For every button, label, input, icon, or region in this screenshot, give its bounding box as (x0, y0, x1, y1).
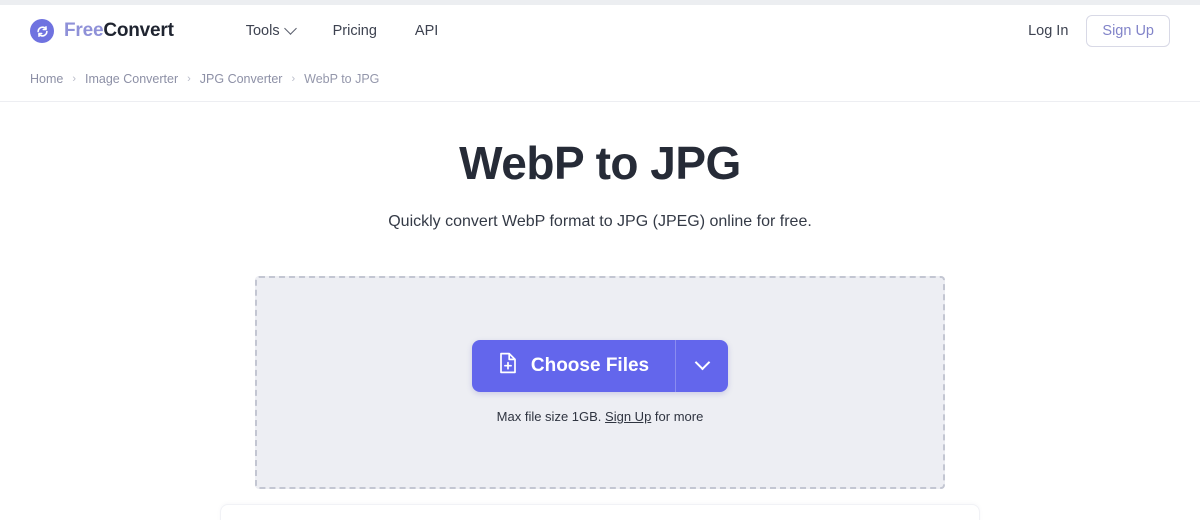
site-header: FreeConvert Tools Pricing API Log In Sig… (0, 5, 1200, 57)
refresh-circle-icon (30, 19, 54, 43)
page-subtitle: Quickly convert WebP format to JPG (JPEG… (388, 212, 812, 230)
file-plus-icon (498, 352, 518, 380)
nav-item-pricing-label: Pricing (332, 23, 377, 39)
breadcrumb-item-image-converter[interactable]: Image Converter (85, 72, 178, 86)
header-actions: Log In Sign Up (1028, 15, 1170, 47)
breadcrumb-item-jpg-converter[interactable]: JPG Converter (200, 72, 283, 86)
page-root: FreeConvert Tools Pricing API Log In Sig… (0, 0, 1200, 520)
chevron-down-icon (694, 354, 710, 370)
choose-files-group: Choose Files (471, 340, 729, 393)
nav-item-tools-label: Tools (245, 23, 280, 39)
file-dropzone[interactable]: Choose Files Max file size 1GB. Sign Up … (255, 275, 945, 489)
dropzone-wrap: Choose Files Max file size 1GB. Sign Up … (0, 275, 1200, 489)
signup-inline-link[interactable]: Sign Up (605, 409, 651, 424)
max-file-size-prefix: Max file size 1GB. (496, 409, 602, 425)
breadcrumb-item-current: WebP to JPG (304, 72, 380, 86)
choose-files-button[interactable]: Choose Files (471, 340, 676, 393)
login-link[interactable]: Log In (1028, 23, 1068, 39)
nav-item-api[interactable]: API (415, 23, 438, 39)
page-title: WebP to JPG (459, 137, 741, 189)
brand-logo[interactable]: FreeConvert (30, 19, 174, 43)
choose-files-dropdown-button[interactable] (675, 340, 729, 393)
breadcrumb: Home › Image Converter › JPG Converter ›… (30, 72, 379, 86)
main-content: WebP to JPG Quickly convert WebP format … (0, 102, 1200, 489)
breadcrumb-bar: Home › Image Converter › JPG Converter ›… (0, 57, 1200, 102)
max-file-size-note: Max file size 1GB. Sign Up for more (497, 409, 704, 424)
nav-item-tools[interactable]: Tools (245, 21, 297, 39)
signup-button[interactable]: Sign Up (1086, 15, 1170, 47)
nav-item-pricing[interactable]: Pricing (333, 23, 377, 39)
brand-name-free: Free (64, 20, 104, 41)
nav-item-api-label: API (414, 23, 439, 39)
main-nav: Tools Pricing API (245, 21, 438, 39)
breadcrumb-separator: › (187, 73, 191, 85)
below-fold-card-edge (220, 504, 980, 520)
brand-name: FreeConvert (64, 20, 174, 42)
breadcrumb-separator: › (291, 73, 296, 85)
brand-name-convert: Convert (103, 20, 174, 41)
choose-files-label: Choose Files (530, 355, 650, 377)
breadcrumb-separator: › (72, 73, 77, 85)
breadcrumb-item-home[interactable]: Home (30, 72, 63, 86)
chevron-down-icon (283, 21, 297, 35)
max-file-size-suffix: for more (654, 409, 704, 425)
